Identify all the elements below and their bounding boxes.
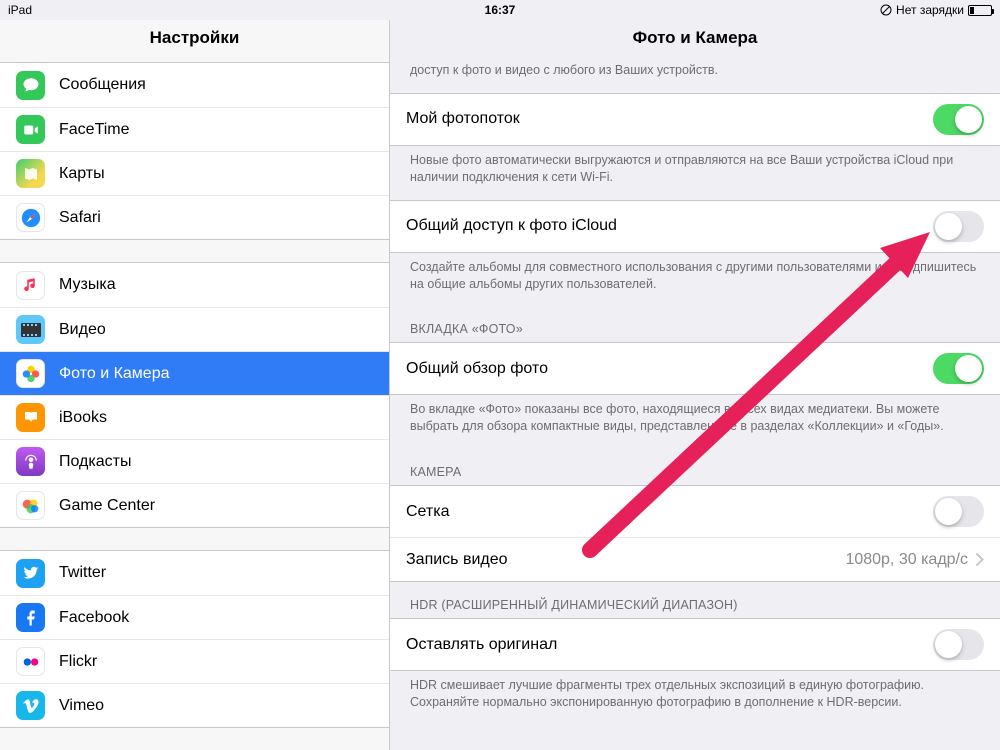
photostream-switch[interactable] [933,104,984,135]
row-label: Оставлять оригинал [406,636,933,654]
keep-original-row[interactable]: Оставлять оригинал [390,619,1000,670]
grid-row[interactable]: Сетка [390,486,1000,537]
sidebar-item-video[interactable]: Видео [0,307,389,351]
sidebar-item-label: iBooks [59,409,107,427]
sidebar-item-safari[interactable]: Safari [0,195,389,239]
grid-switch[interactable] [933,496,984,527]
clock: 16:37 [485,3,516,17]
sidebar-item-label: Vimeo [59,697,104,715]
status-bar: iPad 16:37 Нет зарядки [0,0,1000,20]
flickr-icon [16,647,45,676]
facetime-icon [16,115,45,144]
icloud-library-footer: доступ к фото и видео с любого из Ваших … [390,62,1000,93]
row-label: Мой фотопоток [406,110,933,128]
row-value: 1080p, 30 кадр/с [845,551,968,569]
sidebar-title: Настройки [0,20,389,62]
video-icon [16,315,45,344]
photostream-row[interactable]: Мой фотопоток [390,94,1000,145]
not-charging-icon [880,4,892,16]
sidebar-item-label: Видео [59,321,106,339]
safari-icon [16,203,45,232]
camera-header: Камера [390,449,1000,485]
sidebar-item-facebook[interactable]: Facebook [0,595,389,639]
sidebar-item-label: Flickr [59,653,97,671]
sidebar-item-twitter[interactable]: Twitter [0,551,389,595]
sidebar-item-label: Подкасты [59,453,131,471]
vimeo-icon [16,691,45,720]
sidebar-item-music[interactable]: Музыка [0,263,389,307]
sidebar-item-label: Сообщения [59,76,146,94]
sidebar-item-ibooks[interactable]: iBooks [0,395,389,439]
charging-text: Нет зарядки [896,3,964,17]
row-label: Сетка [406,503,933,521]
row-label: Общий доступ к фото iCloud [406,217,933,235]
icloud-sharing-switch[interactable] [933,211,984,242]
detail-pane: Фото и Камера доступ к фото и видео с лю… [390,20,1000,750]
sidebar-item-podcasts[interactable]: Подкасты [0,439,389,483]
sidebar-item-messages[interactable]: Сообщения [0,63,389,107]
twitter-icon [16,559,45,588]
sidebar-item-label: FaceTime [59,121,130,139]
sidebar-item-label: Музыка [59,276,116,294]
hdr-footer: HDR смешивает лучшие фрагменты трех отде… [390,671,1000,725]
sidebar-item-label: Facebook [59,609,129,627]
keep-original-switch[interactable] [933,629,984,660]
phototab-header: Вкладка «Фото» [390,306,1000,342]
sidebar-item-label: Safari [59,209,101,227]
podcasts-icon [16,447,45,476]
row-label: Запись видео [406,551,845,569]
sidebar-item-gamecenter[interactable]: Game Center [0,483,389,527]
summarize-row[interactable]: Общий обзор фото [390,343,1000,394]
summarize-switch[interactable] [933,353,984,384]
maps-icon [16,159,45,188]
sidebar-item-facetime[interactable]: FaceTime [0,107,389,151]
photostream-footer: Новые фото автоматически выгружаются и о… [390,146,1000,200]
hdr-header: HDR (расширенный динамический диапазон) [390,582,1000,618]
photos-icon [16,359,45,388]
battery-icon [968,5,992,16]
sidebar-item-label: Twitter [59,564,106,582]
icloud-sharing-footer: Создайте альбомы для совместного использ… [390,253,1000,307]
sidebar: Настройки Сообщения FaceTime Карты Safar… [0,20,390,750]
device-name: iPad [8,3,32,17]
sidebar-item-flickr[interactable]: Flickr [0,639,389,683]
sidebar-item-label: Game Center [59,497,155,515]
facebook-icon [16,603,45,632]
sidebar-item-vimeo[interactable]: Vimeo [0,683,389,727]
sidebar-item-maps[interactable]: Карты [0,151,389,195]
music-icon [16,271,45,300]
sidebar-item-label: Карты [59,165,105,183]
icloud-sharing-row[interactable]: Общий доступ к фото iCloud [390,201,1000,252]
ibooks-icon [16,403,45,432]
record-video-row[interactable]: Запись видео 1080p, 30 кадр/с [390,537,1000,581]
sidebar-item-photos[interactable]: Фото и Камера [0,351,389,395]
chevron-right-icon [976,553,984,566]
summarize-footer: Во вкладке «Фото» показаны все фото, нах… [390,395,1000,449]
message-icon [16,71,45,100]
detail-title: Фото и Камера [390,20,1000,62]
sidebar-item-label: Фото и Камера [59,365,170,383]
row-label: Общий обзор фото [406,360,933,378]
gamecenter-icon [16,491,45,520]
